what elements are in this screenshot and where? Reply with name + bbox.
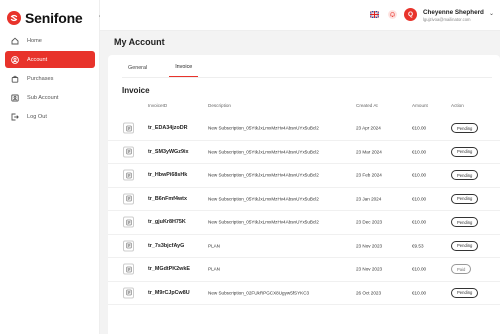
sidebar-item-label: Sub Account bbox=[27, 94, 59, 101]
sidebar-item-label: Purchases bbox=[27, 75, 54, 82]
status-badge[interactable]: Pending bbox=[451, 217, 479, 228]
column-header-description: Description bbox=[208, 103, 231, 108]
table-row: tr_EDA34jzoDR New Subscription_05YtkJxLm… bbox=[108, 117, 500, 141]
column-header-action: Action bbox=[451, 103, 464, 108]
invoice-table-header: InvoiceID Description Created At Amount … bbox=[108, 103, 500, 113]
status-badge[interactable]: Pending bbox=[451, 170, 479, 181]
invoice-amount: €10.00 bbox=[412, 172, 427, 178]
sidebar-item-home[interactable]: Home bbox=[5, 32, 95, 49]
invoice-description: New Subscription_05YtkJxLmxMzHv4AbsnUYx5… bbox=[208, 196, 319, 202]
user-circle-icon bbox=[11, 55, 19, 64]
avatar[interactable]: Q bbox=[404, 8, 417, 21]
table-row: tr_7s3bjcfAyG PLAN 23 Nov 2023 €9.53 Pen… bbox=[108, 235, 500, 258]
invoice-id: tr_7s3bjcfAyG bbox=[148, 242, 185, 249]
document-icon[interactable] bbox=[123, 287, 134, 299]
table-row: tr_HbwPi68sHk New Subscription_05YtkJxLm… bbox=[108, 164, 500, 188]
invoice-amount: €10.00 bbox=[412, 125, 427, 131]
invoice-created-at: 23 Mar 2024 bbox=[356, 149, 382, 155]
brand-name: Senifone bbox=[25, 10, 83, 26]
invoice-description: New Subscription_05YtkJxLmxMzHv4AbsnUYx5… bbox=[208, 149, 319, 155]
invoice-created-at: 23 Nov 2023 bbox=[356, 243, 383, 249]
tab-general[interactable]: General bbox=[122, 65, 153, 77]
invoice-created-at: 23 Nov 2023 bbox=[356, 266, 383, 272]
invoice-id: tr_M9rCJpCw8U bbox=[148, 289, 190, 296]
document-icon[interactable] bbox=[123, 240, 134, 252]
users-icon bbox=[11, 94, 19, 102]
invoice-id: tr_EDA34jzoDR bbox=[148, 125, 188, 132]
home-icon bbox=[11, 37, 19, 45]
table-row: tr_B6nFmf4wtx New Subscription_05YtkJxLm… bbox=[108, 188, 500, 211]
table-row: tr_MGdtPK2wkE PLAN 23 Nov 2023 €10.00 Pa… bbox=[108, 258, 500, 282]
invoice-created-at: 23 Dec 2023 bbox=[356, 219, 383, 225]
invoice-id: tr_B6nFmf4wtx bbox=[148, 195, 187, 202]
invoice-created-at: 23 Feb 2024 bbox=[356, 172, 382, 178]
tab-invoice[interactable]: Invoice bbox=[169, 64, 199, 77]
notification-bell-icon[interactable] bbox=[388, 10, 397, 19]
invoice-description: New Subscription_05YtkJxLmxMzHv4AbsnUYx5… bbox=[208, 125, 319, 131]
sidebar-item-label: Log Out bbox=[27, 113, 47, 120]
invoice-created-at: 23 Jan 2024 bbox=[356, 196, 382, 202]
account-card: General Invoice Invoice InvoiceID Descri… bbox=[108, 55, 500, 334]
sidebar-item-label: Home bbox=[27, 37, 42, 44]
document-icon[interactable] bbox=[123, 216, 134, 228]
invoice-amount: €10.00 bbox=[412, 219, 427, 225]
status-badge[interactable]: Pending bbox=[451, 193, 479, 204]
document-icon[interactable] bbox=[123, 169, 134, 181]
document-icon[interactable] bbox=[123, 193, 134, 205]
column-header-created-at: Created At bbox=[356, 103, 378, 108]
invoice-id: tr_MGdtPK2wkE bbox=[148, 266, 190, 273]
sidebar-item-account[interactable]: Account bbox=[5, 51, 95, 68]
user-email: lgujzivoa@mailinator.com bbox=[423, 17, 471, 22]
invoice-id: tr_HbwPi68sHk bbox=[148, 172, 188, 179]
invoice-amount: €10.00 bbox=[412, 266, 427, 272]
table-row: tr_gjuKr8H75K New Subscription_05YtkJxLm… bbox=[108, 211, 500, 235]
table-row: tr_M9rCJpCw8U New Subscription_02FUkRPGC… bbox=[108, 282, 500, 305]
uk-flag-icon[interactable] bbox=[370, 11, 379, 18]
invoice-amount: €10.00 bbox=[412, 149, 427, 155]
status-badge[interactable]: Pending bbox=[451, 146, 479, 157]
invoice-description: New Subscription_02FUkRPGCX8Ugyw5fSYKC3 bbox=[208, 290, 310, 296]
invoice-amount: €9.53 bbox=[412, 243, 424, 249]
column-header-invoice-id: InvoiceID bbox=[148, 103, 168, 108]
logout-icon bbox=[11, 113, 19, 121]
sidebar: Senifone ‹ Home Account Purchases Sub Ac bbox=[0, 0, 101, 334]
account-tabs: General Invoice bbox=[122, 55, 492, 78]
sidebar-item-sub-account[interactable]: Sub Account bbox=[5, 89, 95, 106]
invoice-amount: €10.00 bbox=[412, 290, 427, 296]
invoice-description: PLAN bbox=[208, 243, 221, 249]
sidebar-item-purchases[interactable]: Purchases bbox=[5, 70, 95, 87]
table-row: tr_SM3yWGz9ix New Subscription_05YtkJxLm… bbox=[108, 141, 500, 164]
invoice-created-at: 26 Oct 2023 bbox=[356, 290, 382, 296]
status-badge[interactable]: Paid bbox=[451, 264, 472, 275]
senifone-logo-icon bbox=[7, 11, 21, 25]
column-header-amount: Amount bbox=[412, 103, 428, 108]
shopping-bag-icon bbox=[11, 75, 19, 83]
invoice-description: New Subscription_05YtkJxLmxMzHv4AbsnUYx5… bbox=[208, 172, 319, 178]
document-icon[interactable] bbox=[123, 122, 134, 134]
chevron-down-icon[interactable]: ⌄ bbox=[489, 10, 494, 17]
status-badge[interactable]: Pending bbox=[451, 123, 479, 134]
invoice-table-body: tr_EDA34jzoDR New Subscription_05YtkJxLm… bbox=[108, 117, 500, 305]
invoice-id: tr_SM3yWGz9ix bbox=[148, 148, 189, 155]
invoice-description: New Subscription_05YtkJxLmxMzHv4AbsnUYx5… bbox=[208, 219, 319, 225]
section-title: Invoice bbox=[122, 86, 150, 95]
sidebar-item-log-out[interactable]: Log Out bbox=[5, 108, 95, 125]
document-icon[interactable] bbox=[123, 146, 134, 158]
page-title: My Account bbox=[114, 37, 165, 47]
invoice-created-at: 23 Apr 2024 bbox=[356, 125, 381, 131]
sidebar-item-label: Account bbox=[27, 56, 48, 63]
user-name: Cheyenne Shepherd bbox=[423, 9, 484, 16]
status-badge[interactable]: Pending bbox=[451, 287, 479, 298]
top-header: Q Cheyenne Shepherd lgujzivoa@mailinator… bbox=[100, 0, 500, 31]
invoice-amount: €10.00 bbox=[412, 196, 427, 202]
sidebar-nav: Home Account Purchases Sub Account Log O… bbox=[5, 32, 95, 127]
brand-logo[interactable]: Senifone bbox=[6, 10, 83, 26]
invoice-description: PLAN bbox=[208, 266, 221, 272]
status-badge[interactable]: Pending bbox=[451, 240, 479, 251]
document-icon[interactable] bbox=[123, 263, 134, 275]
invoice-id: tr_gjuKr8H75K bbox=[148, 219, 186, 226]
